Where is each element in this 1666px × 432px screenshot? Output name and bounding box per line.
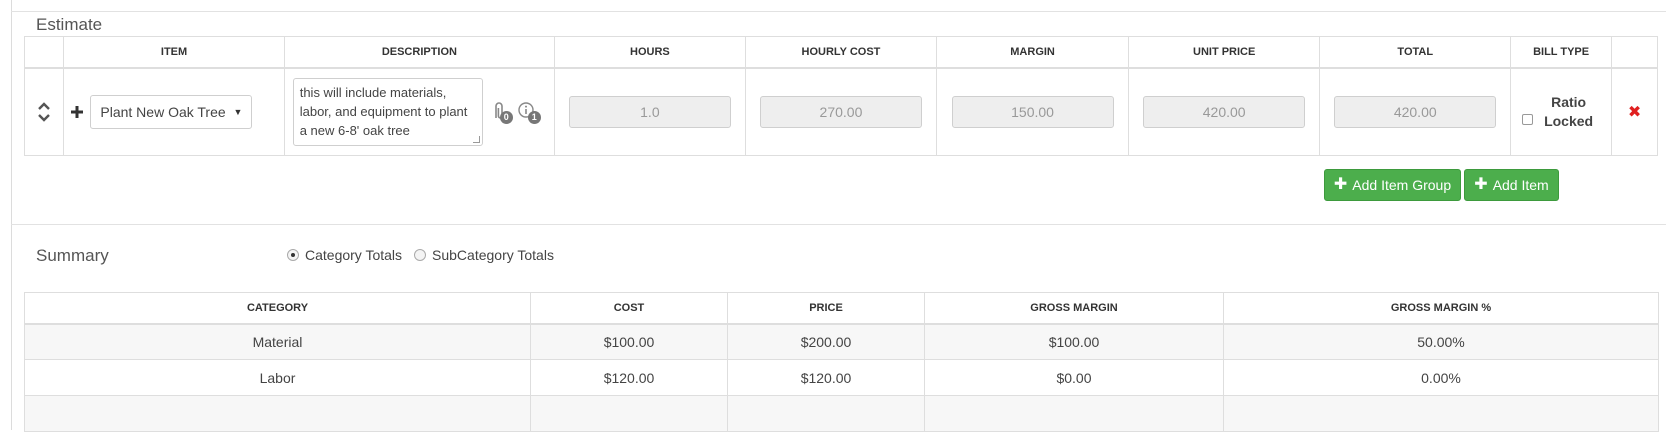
total-input[interactable]: 420.00 [1334, 95, 1497, 128]
add-item-group-button[interactable]: ✚ Add Item Group [1324, 169, 1461, 201]
description-textarea[interactable]: this will include materials, labor, and … [292, 77, 483, 146]
plus-icon[interactable] [70, 105, 84, 119]
margin-input[interactable]: 150.00 [951, 95, 1114, 128]
row-handle-cell [23, 67, 65, 156]
ratio-locked-checkbox[interactable] [1521, 113, 1533, 125]
unit-price-cell: 420.00 [1127, 67, 1321, 156]
category-cell: Labor [24, 359, 531, 396]
col-handle [23, 36, 65, 69]
col-total: TOTAL [1319, 36, 1512, 69]
col-bill-type: BILL TYPE [1510, 36, 1613, 69]
category-cell: Material [24, 323, 531, 360]
close-icon[interactable]: ✖ [1628, 104, 1641, 121]
item-select[interactable]: Plant New Oak Tree ▼ [90, 94, 253, 129]
col-margin: MARGIN [936, 36, 1129, 69]
col-description: DESCRIPTION [283, 36, 556, 69]
empty-cell [924, 395, 1224, 432]
plus-icon: ✚ [1333, 176, 1348, 193]
hours-input[interactable]: 1.0 [568, 95, 731, 128]
empty-cell [727, 395, 925, 432]
paperclip-icon[interactable]: 0 [489, 101, 513, 124]
category-totals-label[interactable]: Category Totals [305, 247, 402, 263]
item-cell: Plant New Oak Tree ▼ [63, 67, 285, 156]
col-category: CATEGORY [24, 292, 531, 325]
resize-handle[interactable] [472, 135, 480, 143]
margin-cell: 150.00 [936, 67, 1129, 156]
estimate-page: Estimate ITEM DESCRIPTION HOURS HOURLY C… [0, 0, 1666, 432]
hourly-cost-input[interactable]: 270.00 [759, 95, 922, 128]
section-divider [11, 224, 1666, 225]
estimate-header-row: ITEM DESCRIPTION HOURS HOURLY COST MARGI… [23, 36, 1658, 69]
subcategory-totals-label[interactable]: SubCategory Totals [432, 247, 554, 263]
chevron-down-icon[interactable] [37, 113, 51, 123]
caret-down-icon: ▼ [233, 106, 243, 117]
table-row-partial [24, 395, 1659, 432]
top-divider [11, 11, 1666, 12]
col-gross-margin-pct: GROSS MARGIN % [1223, 292, 1659, 325]
add-item-group-label: Add Item Group [1352, 177, 1452, 193]
gross-margin-cell: $0.00 [924, 359, 1224, 396]
item-select-value: Plant New Oak Tree [100, 103, 226, 120]
gross-margin-cell: $100.00 [924, 323, 1224, 360]
plus-icon: ✚ [1474, 176, 1488, 193]
empty-cell [24, 395, 531, 432]
subcategory-totals-radio[interactable] [414, 249, 427, 261]
col-actions [1611, 36, 1658, 69]
col-hourly-cost: HOURLY COST [744, 36, 938, 69]
info-icon[interactable]: 1 [517, 101, 541, 124]
col-cost: COST [530, 292, 728, 325]
unit-price-input[interactable]: 420.00 [1143, 95, 1306, 128]
table-row: Labor $120.00 $120.00 $0.00 0.00% [24, 359, 1659, 396]
add-item-label: Add Item [1492, 177, 1549, 193]
cost-cell: $100.00 [530, 323, 728, 360]
summary-mode-radio-group: Category Totals SubCategory Totals [287, 247, 554, 263]
remove-cell: ✖ [1611, 67, 1658, 156]
col-unit-price: UNIT PRICE [1127, 36, 1321, 69]
price-cell: $200.00 [727, 323, 925, 360]
add-item-button[interactable]: ✚ Add Item [1464, 169, 1559, 201]
hourly-cost-cell: 270.00 [744, 67, 938, 156]
gross-margin-pct-cell: 0.00% [1223, 359, 1659, 396]
left-divider [11, 0, 12, 430]
summary-table: CATEGORY COST PRICE GROSS MARGIN GROSS M… [24, 292, 1659, 432]
col-hours: HOURS [554, 36, 746, 69]
cost-cell: $120.00 [530, 359, 728, 396]
description-text: this will include materials, labor, and … [299, 84, 468, 138]
category-totals-radio[interactable] [287, 249, 299, 261]
table-row: Material $100.00 $200.00 $100.00 50.00% [24, 323, 1659, 360]
col-gross-margin: GROSS MARGIN [924, 292, 1224, 325]
col-price: PRICE [727, 292, 925, 325]
attachment-count-badge: 0 [499, 110, 513, 124]
estimate-title: Estimate [36, 15, 103, 34]
price-cell: $120.00 [727, 359, 925, 396]
sort-arrows-icon[interactable] [25, 101, 63, 123]
gross-margin-pct-cell: 50.00% [1223, 323, 1659, 360]
hours-cell: 1.0 [554, 67, 746, 156]
bill-type-label: Ratio Locked [1544, 93, 1594, 129]
empty-cell [1223, 395, 1659, 432]
col-item: ITEM [63, 36, 285, 69]
summary-title: Summary [36, 246, 109, 265]
description-cell: this will include materials, labor, and … [283, 67, 556, 156]
empty-cell [530, 395, 728, 432]
bill-type-cell: Ratio Locked [1510, 67, 1613, 156]
summary-header-row: CATEGORY COST PRICE GROSS MARGIN GROSS M… [24, 292, 1659, 325]
total-cell: 420.00 [1319, 67, 1512, 156]
chevron-up-icon[interactable] [37, 101, 51, 111]
info-count-badge: 1 [527, 110, 541, 124]
estimate-table: ITEM DESCRIPTION HOURS HOURLY COST MARGI… [23, 36, 1658, 156]
estimate-item-row: Plant New Oak Tree ▼ this will include m… [23, 67, 1658, 156]
